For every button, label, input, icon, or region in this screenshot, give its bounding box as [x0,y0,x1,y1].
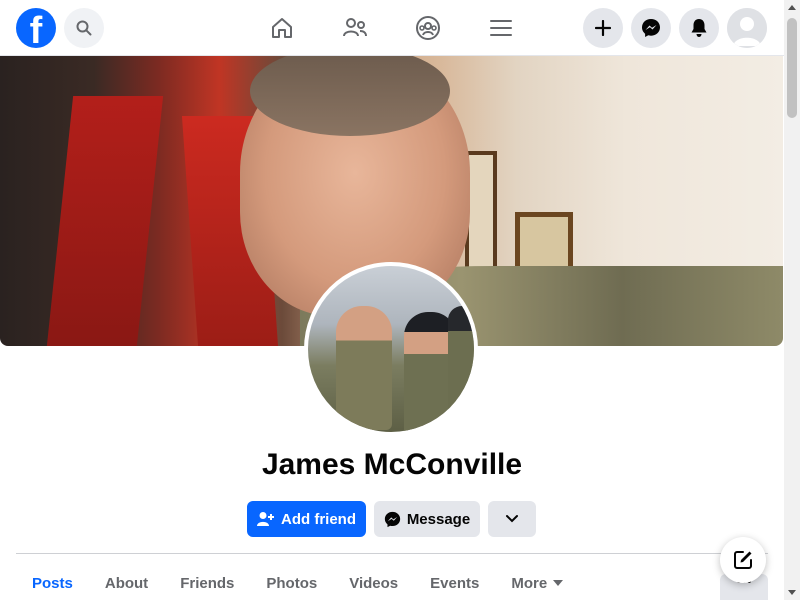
tab-about[interactable]: About [89,566,164,600]
tab-more[interactable]: More [495,566,579,600]
messenger-button[interactable] [631,8,671,48]
create-button[interactable] [583,8,623,48]
profile-more-dropdown[interactable] [488,501,536,537]
scroll-down-arrow[interactable] [784,584,800,600]
account-avatar[interactable] [727,8,767,48]
groups-icon [416,16,440,40]
message-button[interactable]: Message [374,501,480,537]
profile-person-main [336,306,392,430]
tab-events[interactable]: Events [414,566,495,600]
tab-videos[interactable]: Videos [333,566,414,600]
add-friend-icon [257,512,274,526]
nav-home[interactable] [264,10,300,46]
tab-label: Videos [349,574,399,592]
messenger-icon [642,19,660,37]
tab-posts[interactable]: Posts [16,566,89,600]
default-avatar-icon [727,8,767,48]
cover-flag-left [46,96,164,346]
notifications-button[interactable] [679,8,719,48]
search-button[interactable] [64,8,104,48]
facebook-logo[interactable]: f [16,8,56,48]
profile-person-third [448,306,474,430]
facebook-logo-letter: f [29,10,43,48]
profile-divider [16,553,768,554]
tab-label: Friends [180,574,235,592]
friends-icon [343,18,367,37]
caret-down-icon [553,580,564,586]
arrow-down-icon [788,590,796,595]
profile-tabs: Posts About Friends Photos Videos Events… [16,566,579,600]
search-icon [76,20,92,36]
nav-groups[interactable] [410,10,446,46]
tab-label: About [104,574,149,592]
tab-photos[interactable]: Photos [250,566,333,600]
tab-label: Posts [32,574,73,592]
arrow-up-icon [788,5,796,10]
profile-name: James McConville [261,448,523,481]
message-label: Message [406,510,471,528]
compose-icon [734,551,752,569]
page-scrollbar[interactable] [784,0,800,600]
hamburger-icon [490,20,512,36]
add-friend-label: Add friend [281,510,356,528]
top-navigation-bar: f [0,0,784,56]
add-friend-button[interactable]: Add friend [247,501,366,537]
tab-label: More [511,574,548,592]
scrollbar-thumb[interactable] [787,18,797,118]
plus-icon [595,20,611,36]
bell-icon [691,19,707,37]
nav-menu[interactable] [483,10,519,46]
tab-label: Events [430,574,480,592]
profile-picture-image [308,266,474,432]
home-icon [272,18,292,38]
messenger-icon [384,511,400,527]
profile-picture[interactable] [304,262,478,436]
tab-label: Photos [266,574,318,592]
nav-friends[interactable] [337,10,373,46]
new-message-button[interactable] [720,537,766,583]
chevron-down-icon [506,515,518,523]
scroll-up-arrow[interactable] [784,0,800,16]
tab-friends[interactable]: Friends [164,566,250,600]
